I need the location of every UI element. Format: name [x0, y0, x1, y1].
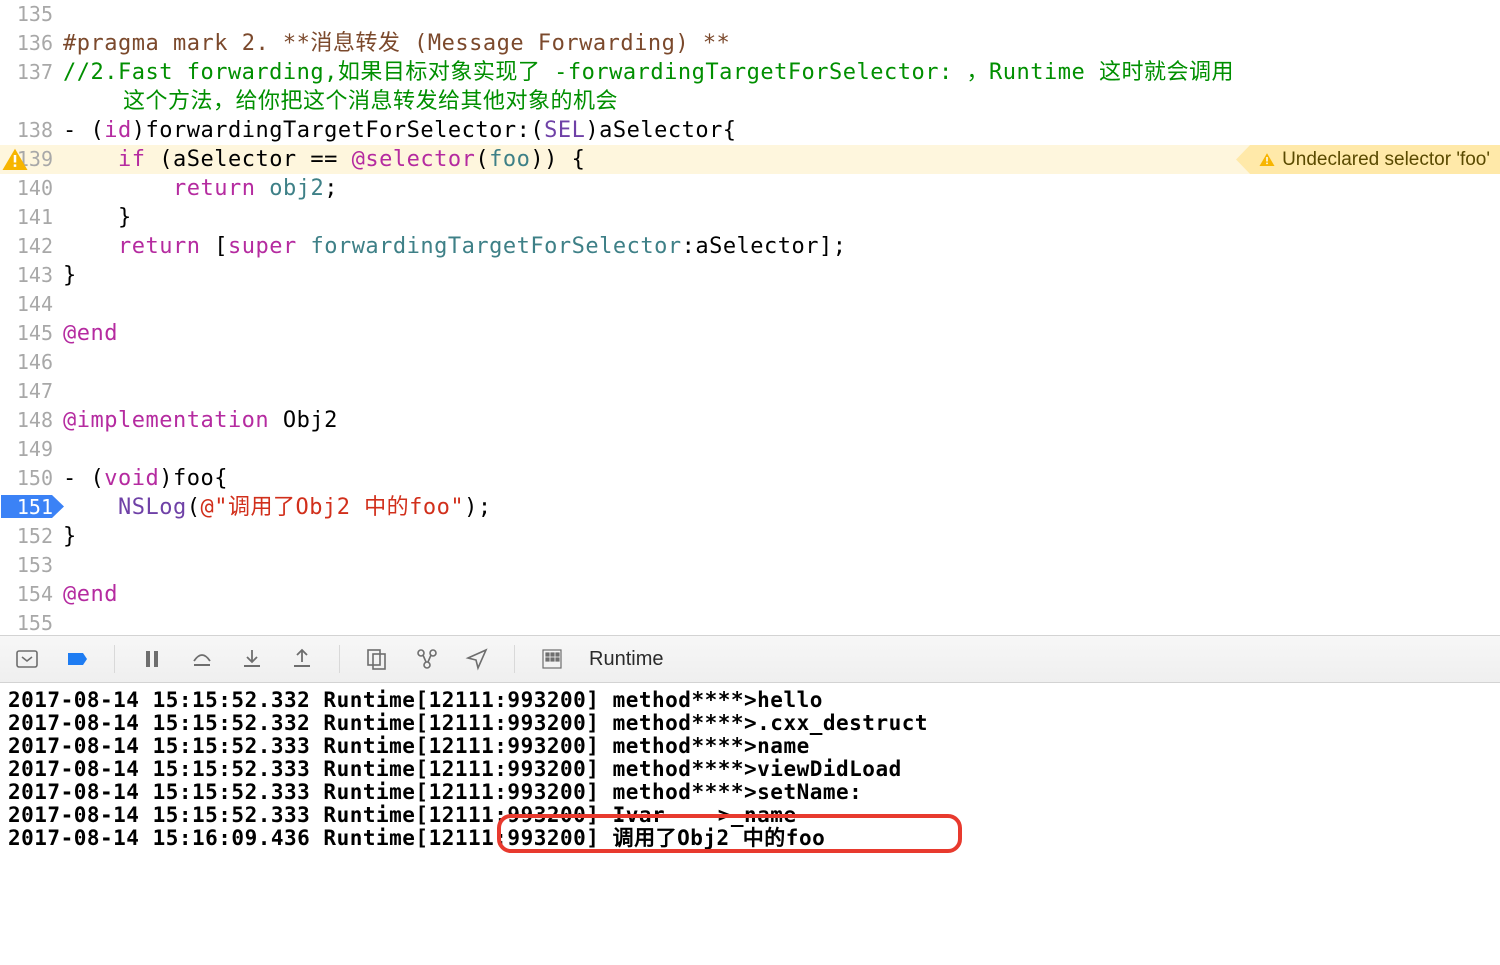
separator [514, 645, 515, 673]
pause-icon[interactable] [139, 646, 165, 672]
line-number[interactable]: 148 [0, 406, 63, 435]
code-text: @end [63, 319, 118, 348]
code-text: @implementation Obj2 [63, 406, 338, 435]
code-line[interactable]: 147 [0, 377, 1500, 406]
code-line[interactable]: 154@end [0, 580, 1500, 609]
code-text: - (void)foo{ [63, 464, 228, 493]
code-line[interactable]: Undeclared selector 'foo'139 if (aSelect… [0, 145, 1500, 174]
line-number[interactable]: 135 [0, 0, 63, 29]
line-number[interactable]: 138 [0, 116, 63, 145]
line-number[interactable]: 146 [0, 348, 63, 377]
code-editor[interactable]: 135136#pragma mark 2. **消息转发 (Message Fo… [0, 0, 1500, 635]
code-line-wrap[interactable]: 这个方法，给你把这个消息转发给其他对象的机会 [0, 87, 1500, 116]
warning-icon[interactable] [0, 145, 30, 174]
debug-toolbar: Runtime [0, 635, 1500, 683]
code-text: return [super forwardingTargetForSelecto… [63, 232, 847, 261]
code-line[interactable]: 137//2.Fast forwarding,如果目标对象实现了 -forwar… [0, 58, 1500, 87]
code-text: #pragma mark 2. **消息转发 (Message Forwardi… [63, 29, 730, 58]
code-text: - (id)forwardingTargetForSelector:(SEL)a… [63, 116, 737, 145]
memory-graph-icon[interactable] [414, 646, 440, 672]
line-number[interactable]: 140 [0, 174, 63, 203]
line-number [0, 87, 63, 116]
line-number[interactable]: 145 [0, 319, 63, 348]
process-name-label[interactable]: Runtime [589, 648, 663, 671]
separator [114, 645, 115, 673]
code-line[interactable]: 136#pragma mark 2. **消息转发 (Message Forwa… [0, 29, 1500, 58]
console-output[interactable]: 2017-08-14 15:15:52.332 Runtime[12111:99… [0, 683, 1500, 965]
code-text: NSLog(@"调用了Obj2 中的foo"); [63, 493, 492, 522]
code-line[interactable]: 155 [0, 609, 1500, 635]
code-line[interactable]: 143} [0, 261, 1500, 290]
code-line[interactable]: 148@implementation Obj2 [0, 406, 1500, 435]
line-number[interactable]: 154 [0, 580, 63, 609]
line-number[interactable]: 149 [0, 435, 63, 464]
step-over-icon[interactable] [189, 646, 215, 672]
location-icon[interactable] [464, 646, 490, 672]
code-line[interactable]: 152} [0, 522, 1500, 551]
code-line[interactable]: 140 return obj2; [0, 174, 1500, 203]
code-line[interactable]: 150- (void)foo{ [0, 464, 1500, 493]
line-number[interactable]: 142 [0, 232, 63, 261]
code-line[interactable]: 144 [0, 290, 1500, 319]
code-text: return obj2; [63, 174, 338, 203]
line-number[interactable]: 143 [0, 261, 63, 290]
code-line[interactable]: 142 return [super forwardingTargetForSel… [0, 232, 1500, 261]
line-number[interactable]: 151 [0, 493, 63, 522]
warning-badge[interactable]: Undeclared selector 'foo' [1236, 145, 1500, 174]
step-out-icon[interactable] [289, 646, 315, 672]
step-into-icon[interactable] [239, 646, 265, 672]
line-number[interactable]: 141 [0, 203, 63, 232]
code-text: //2.Fast forwarding,如果目标对象实现了 -forwardin… [63, 58, 1234, 87]
code-text: } [63, 203, 132, 232]
process-icon[interactable] [539, 646, 565, 672]
code-line[interactable]: 153 [0, 551, 1500, 580]
code-line[interactable]: 151 NSLog(@"调用了Obj2 中的foo"); [0, 493, 1500, 522]
code-line[interactable]: 145@end [0, 319, 1500, 348]
code-text: } [63, 261, 77, 290]
warning-text: Undeclared selector 'foo' [1282, 149, 1490, 171]
line-number[interactable]: 150 [0, 464, 63, 493]
code-line[interactable]: 149 [0, 435, 1500, 464]
code-text: 这个方法，给你把这个消息转发给其他对象的机会 [63, 87, 618, 116]
code-line[interactable]: 138- (id)forwardingTargetForSelector:(SE… [0, 116, 1500, 145]
console-toggle-icon[interactable] [14, 646, 40, 672]
code-line[interactable]: 146 [0, 348, 1500, 377]
console-text: 2017-08-14 15:15:52.332 Runtime[12111:99… [8, 689, 1492, 850]
line-number[interactable]: 147 [0, 377, 63, 406]
line-number[interactable]: 136 [0, 29, 63, 58]
code-line[interactable]: 141 } [0, 203, 1500, 232]
line-number[interactable]: 155 [0, 609, 63, 635]
breakpoint-toggle-icon[interactable] [64, 646, 90, 672]
code-text: @end [63, 580, 118, 609]
separator [339, 645, 340, 673]
code-text: if (aSelector == @selector(foo)) { [63, 145, 585, 174]
line-number[interactable]: 153 [0, 551, 63, 580]
line-number[interactable]: 144 [0, 290, 63, 319]
debug-view-hierarchy-icon[interactable] [364, 646, 390, 672]
code-line[interactable]: 135 [0, 0, 1500, 29]
line-number[interactable]: 152 [0, 522, 63, 551]
code-text: } [63, 522, 77, 551]
line-number[interactable]: 137 [0, 58, 63, 87]
